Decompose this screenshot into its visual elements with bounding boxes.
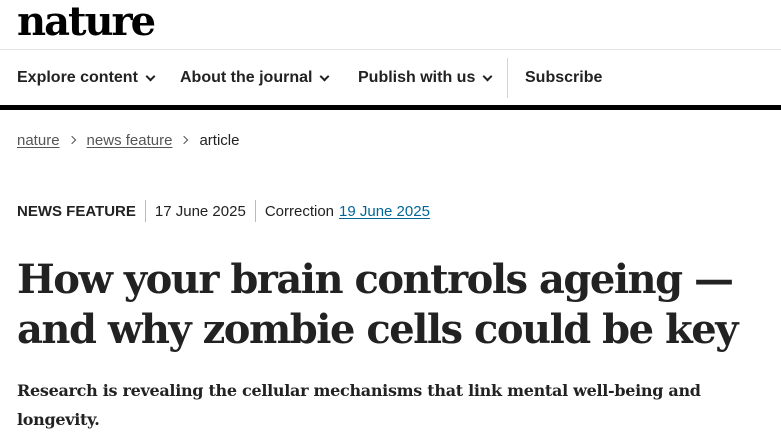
chevron-right-icon bbox=[67, 135, 76, 145]
article-title: How your brain controls ageing — and why… bbox=[17, 255, 767, 355]
nav-subscribe[interactable]: Subscribe bbox=[525, 51, 602, 105]
article-standfirst: Research is revealing the cellular mecha… bbox=[17, 381, 701, 429]
correction-label: Correction bbox=[264, 202, 335, 220]
site-header: nature bbox=[0, 0, 781, 50]
meta-divider bbox=[254, 200, 256, 222]
chevron-right-icon bbox=[180, 135, 189, 145]
chevron-down-icon bbox=[145, 71, 156, 81]
article-title-line-2: and why zombie cells could be key bbox=[17, 306, 738, 353]
article-title-line-1: How your brain controls ageing — bbox=[17, 256, 734, 303]
nav-publish-with-us[interactable]: Publish with us bbox=[358, 51, 493, 105]
header-rule bbox=[0, 105, 781, 110]
chevron-down-icon bbox=[319, 71, 330, 81]
meta-divider bbox=[144, 200, 146, 222]
breadcrumb-news-feature[interactable]: news feature bbox=[87, 132, 173, 149]
nav-divider bbox=[507, 58, 508, 98]
nav-explore-content[interactable]: Explore content bbox=[17, 51, 156, 105]
nature-logo[interactable]: nature bbox=[17, 0, 156, 44]
nav-explore-label: Explore content bbox=[17, 69, 138, 86]
main-nav: Explore content About the journal Publis… bbox=[0, 51, 781, 105]
published-date: 17 June 2025 bbox=[154, 202, 246, 220]
breadcrumb: nature news feature article bbox=[17, 130, 239, 150]
nav-publish-label: Publish with us bbox=[358, 69, 476, 86]
correction-date-link[interactable]: 19 June 2025 bbox=[339, 203, 430, 220]
nav-about-journal[interactable]: About the journal bbox=[180, 51, 330, 105]
article-type: NEWS FEATURE bbox=[17, 202, 136, 220]
nav-subscribe-label: Subscribe bbox=[525, 69, 603, 86]
article-meta: NEWS FEATURE 17 June 2025 Correction 19 … bbox=[17, 200, 430, 222]
breadcrumb-article: article bbox=[199, 131, 240, 149]
breadcrumb-nature[interactable]: nature bbox=[17, 132, 60, 149]
chevron-down-icon bbox=[482, 71, 493, 81]
nav-about-label: About the journal bbox=[180, 69, 313, 86]
